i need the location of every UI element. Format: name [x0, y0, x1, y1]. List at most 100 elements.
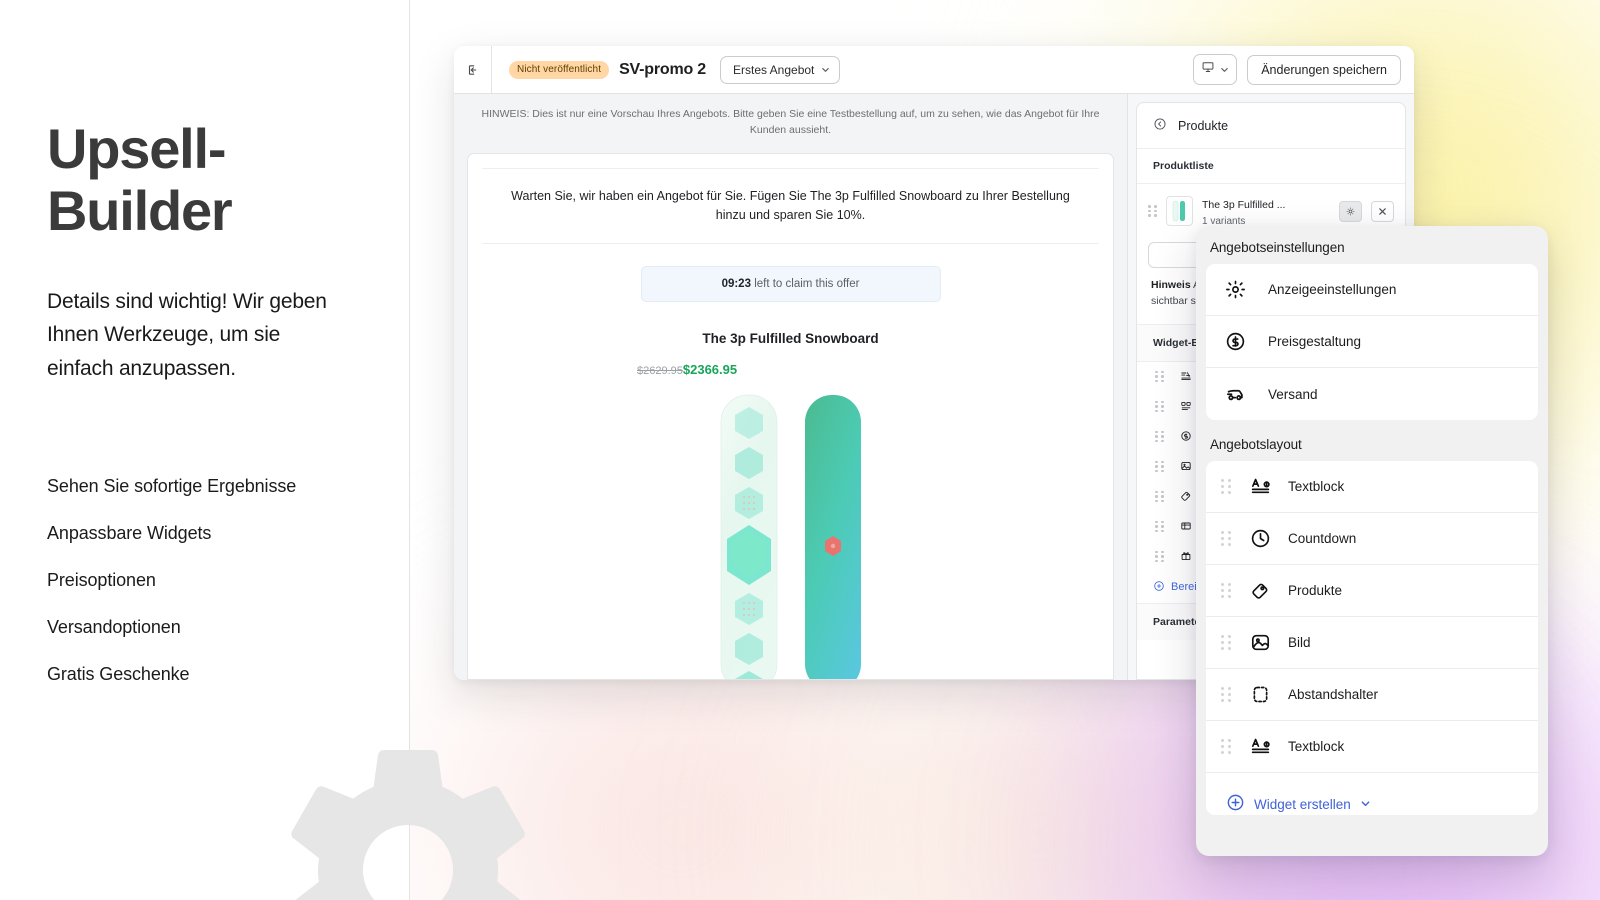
- app-toolbar: Nicht veröffentlicht SV-promo 2 Erstes A…: [454, 46, 1414, 94]
- layout-item-textblock-2[interactable]: Textblock: [1206, 721, 1538, 773]
- snowboard-image-back: [802, 393, 864, 680]
- offer-select-label: Erstes Angebot: [733, 62, 815, 77]
- offer-settings-dropdown: Angebotseinstellungen Anzeigeeinstellung…: [1196, 226, 1548, 856]
- product-images: [482, 393, 1099, 680]
- menu-item-label: Preisgestaltung: [1268, 334, 1362, 349]
- plus-circle-icon: [1226, 793, 1245, 815]
- list-item: Anpassbare Widgets: [47, 522, 212, 543]
- layout-item-label: Textblock: [1288, 479, 1345, 494]
- drag-handle-icon[interactable]: [1155, 490, 1164, 503]
- create-widget-button[interactable]: Widget erstellen: [1206, 773, 1538, 815]
- drag-handle-icon[interactable]: [1155, 460, 1164, 473]
- discounted-price: $2366.95: [682, 361, 738, 377]
- product-meta: The 3p Fulfilled ... 1 variants: [1202, 195, 1330, 227]
- text-block-icon: [1180, 370, 1192, 384]
- device-preview-button[interactable]: [1193, 54, 1238, 85]
- sidebar-hint-label: Hinweis: [1151, 279, 1191, 291]
- chevron-down-icon: [1220, 61, 1229, 79]
- offer-select[interactable]: Erstes Angebot: [720, 55, 841, 84]
- toolbar-right-group: Änderungen speichern: [1193, 46, 1401, 93]
- save-button[interactable]: Änderungen speichern: [1247, 54, 1401, 85]
- offer-settings-title: Angebotseinstellungen: [1210, 240, 1345, 255]
- menu-item-shipping[interactable]: Versand: [1206, 368, 1538, 420]
- drag-handle-icon[interactable]: [1155, 370, 1164, 383]
- layout-item-textblock-1[interactable]: Textblock: [1206, 461, 1538, 513]
- page-title-line-2: Builder: [47, 178, 233, 242]
- snowboard-image-front: [718, 393, 780, 680]
- layout-item-products[interactable]: Produkte: [1206, 565, 1538, 617]
- layout-item-spacer[interactable]: Abstandshalter: [1206, 669, 1538, 721]
- drag-handle-icon[interactable]: [1221, 739, 1232, 754]
- tag-icon: [1180, 490, 1192, 504]
- drag-handle-icon[interactable]: [1221, 583, 1232, 598]
- offer-preview-panel: HINWEIS: Dies ist nur eine Vorschau Ihre…: [454, 94, 1127, 680]
- dollar-circle-icon: [1224, 331, 1246, 352]
- drag-handle-icon[interactable]: [1221, 687, 1232, 702]
- layout-item-label: Produkte: [1288, 583, 1343, 598]
- desktop-icon: [1201, 60, 1215, 79]
- drag-handle-icon[interactable]: [1221, 531, 1232, 546]
- gear-icon[interactable]: [1339, 200, 1362, 222]
- drag-handle-icon[interactable]: [1148, 205, 1157, 217]
- spacer-icon: [1249, 684, 1271, 705]
- drag-handle-icon[interactable]: [1155, 430, 1164, 443]
- text-aa-icon: [1249, 476, 1271, 497]
- layout-item-countdown[interactable]: Countdown: [1206, 513, 1538, 565]
- menu-item-label: Versand: [1268, 386, 1318, 402]
- menu-item-pricing[interactable]: Preisgestaltung: [1206, 316, 1538, 368]
- feature-list: Sehen Sie sofortige Ergebnisse Anpassbar…: [47, 477, 370, 683]
- drag-handle-icon[interactable]: [1221, 479, 1232, 494]
- chevron-down-icon: [821, 63, 830, 77]
- truck-icon: [1224, 383, 1246, 405]
- clock-icon: [1249, 528, 1271, 549]
- page-title-line-1: Upsell-: [47, 117, 227, 180]
- list-item: Gratis Geschenke: [47, 663, 190, 684]
- toolbar-left-group: Nicht veröffentlicht SV-promo 2 Erstes A…: [492, 55, 841, 84]
- create-widget-label: Widget erstellen: [1254, 796, 1351, 812]
- layout-icon: [1180, 400, 1192, 414]
- offer-layout-title: Angebotslayout: [1210, 437, 1302, 452]
- page-title: Upsell- Builder: [47, 118, 370, 241]
- shipping-icon: [1180, 520, 1192, 534]
- list-item: Versandoptionen: [47, 616, 181, 637]
- layout-item-label: Textblock: [1288, 739, 1345, 754]
- layout-item-image[interactable]: Bild: [1206, 617, 1538, 669]
- exit-icon[interactable]: [454, 46, 492, 93]
- offer-preview-card: Warten Sie, wir haben ein Angebot für Si…: [467, 152, 1114, 680]
- countdown-suffix: left to claim this offer: [754, 277, 860, 290]
- product-title: The 3p Fulfilled Snowboard: [702, 330, 879, 346]
- original-price: $2629.95: [637, 364, 683, 377]
- chevron-down-icon: [1360, 797, 1371, 812]
- sidebar-header: Produkte: [1137, 103, 1405, 149]
- image-icon: [1249, 632, 1271, 653]
- list-item: Preisoptionen: [47, 569, 156, 590]
- list-item: Sehen Sie sofortige Ergebnisse: [47, 475, 297, 496]
- text-aa-icon: [1249, 736, 1271, 757]
- collapse-left-icon[interactable]: [1153, 117, 1167, 134]
- drag-handle-icon[interactable]: [1155, 520, 1164, 533]
- drag-handle-icon[interactable]: [1221, 635, 1232, 650]
- status-badge: Nicht veröffentlicht: [509, 60, 610, 79]
- menu-item-label: Anzeigeeinstellungen: [1268, 282, 1397, 297]
- product-list-label: Produktliste: [1137, 149, 1405, 184]
- product-thumbnail: [1166, 196, 1193, 226]
- page-subtitle: Details sind wichtig! Wir geben Ihnen We…: [47, 290, 327, 380]
- gift-icon: [1180, 550, 1192, 564]
- marketing-column: Upsell- Builder Details sind wichtig! Wi…: [0, 0, 410, 900]
- product-name: The 3p Fulfilled ...: [1202, 199, 1286, 211]
- sidebar-title: Produkte: [1178, 118, 1229, 133]
- price-icon: [1180, 430, 1192, 444]
- countdown-value: 09:23: [721, 277, 751, 290]
- plus-circle-icon: [1153, 580, 1165, 595]
- preview-notice: HINWEIS: Dies ist nur eine Vorschau Ihre…: [481, 108, 1100, 136]
- countdown-widget: 09:23 left to claim this offer: [640, 265, 941, 302]
- image-icon: [1180, 460, 1192, 474]
- offer-headline-text: Warten Sie, wir haben ein Angebot für Si…: [482, 167, 1099, 244]
- offer-title: SV-promo 2: [619, 60, 706, 78]
- close-icon[interactable]: [1371, 200, 1394, 222]
- drag-handle-icon[interactable]: [1155, 550, 1164, 563]
- menu-item-display-settings[interactable]: Anzeigeeinstellungen: [1206, 264, 1538, 316]
- drag-handle-icon[interactable]: [1155, 400, 1164, 413]
- gear-icon: [1224, 279, 1246, 300]
